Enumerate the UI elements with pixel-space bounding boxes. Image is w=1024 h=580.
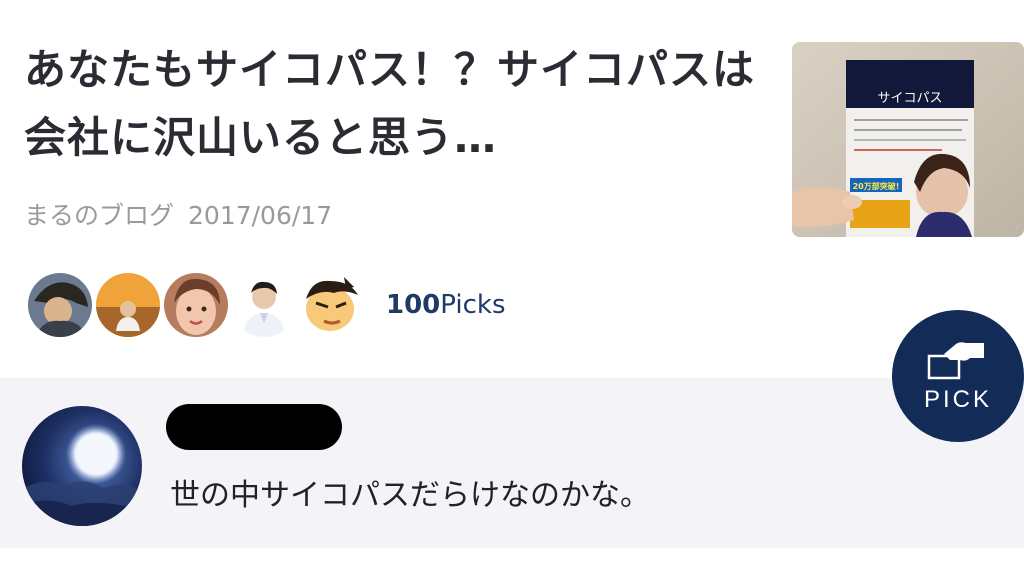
picker-avatar[interactable] [232, 273, 296, 337]
picker-avatar[interactable] [300, 273, 364, 337]
picks-count[interactable]: 100Picks [386, 290, 506, 320]
book-title: サイコパス [877, 91, 942, 106]
article-title[interactable]: あなたもサイコパス！？サイコパスは会社に沢山いると思う… [24, 36, 764, 172]
article-source[interactable]: まるのブログ [24, 201, 174, 230]
article-meta: まるのブログ 2017/06/17 [24, 196, 332, 232]
book-badge: 20万部突破! [853, 181, 900, 191]
picker-avatar[interactable] [28, 273, 92, 337]
comment-text: 世の中サイコパスだらけなのかな。 [170, 478, 650, 513]
commenter-avatar[interactable] [22, 406, 142, 526]
picker-avatar[interactable] [96, 273, 160, 337]
picker-avatar[interactable] [164, 273, 228, 337]
article-thumbnail[interactable]: サイコパス 20万部突破! [792, 42, 1024, 237]
pick-button-label: PICK [923, 386, 992, 413]
newspicks-article-card: あなたもサイコパス！？サイコパスは会社に沢山いると思う… まるのブログ 2017/… [0, 0, 1024, 580]
pick-button[interactable]: PICK [892, 310, 1024, 442]
comment-section: 世の中サイコパスだらけなのかな。 [0, 378, 1024, 548]
pick-hand-card-icon [927, 342, 984, 380]
pickers-row[interactable]: 100Picks [28, 270, 506, 340]
commenter-name-redacted [166, 404, 342, 450]
picks-count-number: 100 [386, 290, 441, 320]
picks-count-suffix: Picks [440, 290, 506, 320]
article-date: 2017/06/17 [188, 201, 333, 230]
book-thumbnail-image: サイコパス 20万部突破! [792, 42, 1024, 237]
